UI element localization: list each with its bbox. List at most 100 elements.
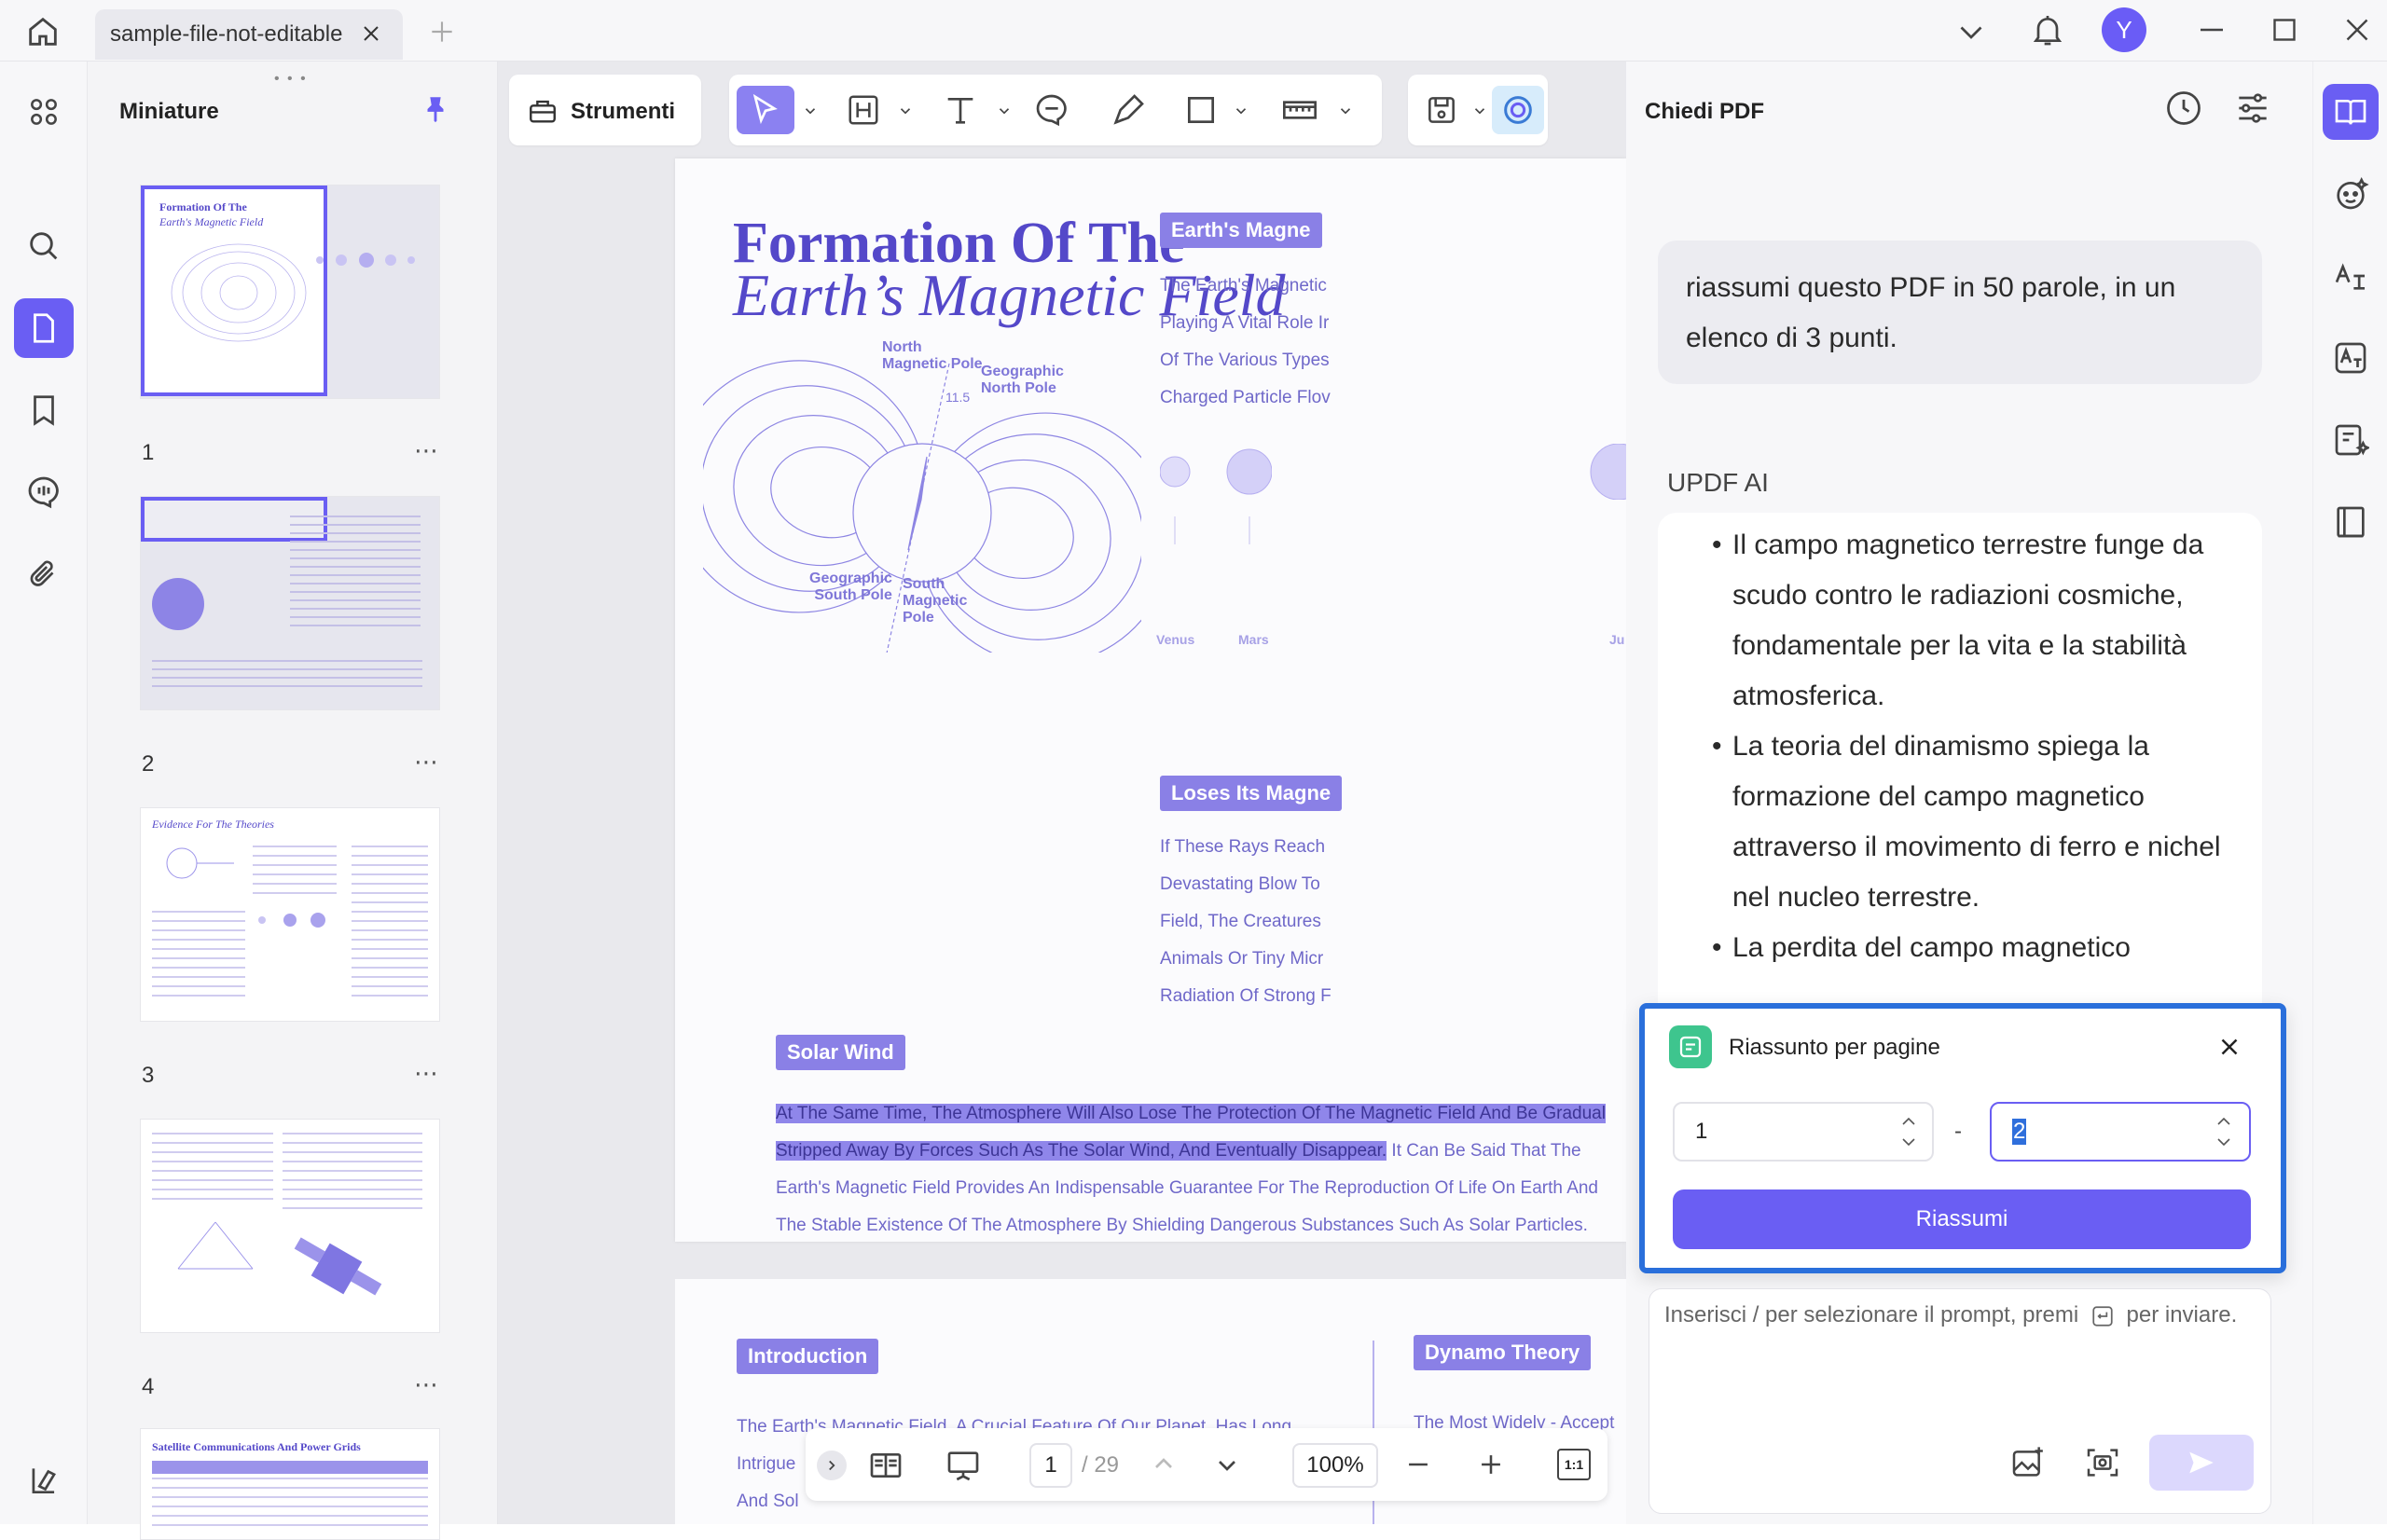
maximize-icon[interactable] <box>2268 13 2301 47</box>
user-avatar[interactable]: Y <box>2102 7 2146 52</box>
settings-sliders-icon[interactable] <box>2232 88 2273 129</box>
home-icon[interactable] <box>24 13 62 50</box>
pin-icon[interactable] <box>420 93 451 125</box>
selected-text-line[interactable]: At The Same Time, The Atmosphere Will Al… <box>776 1104 1606 1124</box>
zoom-out-icon[interactable] <box>1402 1449 1434 1480</box>
select-tool-icon[interactable] <box>737 86 794 134</box>
apps-grid-icon[interactable] <box>14 82 74 142</box>
ai-summary-icon[interactable] <box>2323 412 2379 468</box>
summarize-button[interactable]: Riassumi <box>1673 1189 2251 1249</box>
sidebar-toggle-icon[interactable] <box>14 1451 74 1510</box>
thumbnail-page-2[interactable] <box>140 496 440 710</box>
page-navigation-bar: 1 / 29 100% 1:1 <box>806 1428 1607 1501</box>
body-line: Field, The Creatures <box>1160 912 1321 931</box>
body-line: Playing A Vital Role Ir <box>1160 313 1330 333</box>
page-total: / 29 <box>1082 1452 1120 1478</box>
left-rail <box>0 62 88 1524</box>
enter-key-icon <box>2092 1306 2113 1327</box>
answer-bullet: • Il campo magnetico terrestre funge da s… <box>1712 529 2204 711</box>
selected-text-line[interactable]: Stripped Away By Forces Such As The Sola… <box>776 1141 1581 1162</box>
actual-size-icon[interactable]: 1:1 <box>1557 1449 1591 1480</box>
close-dialog-icon[interactable] <box>2215 1033 2243 1061</box>
rectangle-tool-icon[interactable] <box>1177 86 1225 134</box>
zoom-level[interactable]: 100% <box>1292 1443 1378 1488</box>
image-upload-icon[interactable] <box>2009 1444 2047 1481</box>
thumbnail-number: 1 <box>142 440 155 465</box>
close-window-icon[interactable] <box>2340 13 2374 47</box>
comments-icon[interactable] <box>14 462 74 522</box>
to-page-input[interactable]: 2 <box>1990 1102 2251 1162</box>
body-line: Radiation Of Strong F <box>1160 986 1331 1006</box>
search-icon[interactable] <box>14 216 74 276</box>
chat-input[interactable]: Inserisci / per selezionare il prompt, p… <box>1649 1288 2271 1514</box>
ocr-translate-icon[interactable] <box>2323 330 2379 386</box>
thumbnail-more-icon[interactable]: ⋯ <box>414 436 439 465</box>
expand-icon[interactable] <box>817 1451 847 1480</box>
main-toolbar: Strumenti <box>498 62 1626 164</box>
chevron-down-icon[interactable] <box>1471 103 1488 119</box>
screenshot-icon[interactable] <box>2084 1444 2121 1481</box>
new-tab-icon[interactable] <box>427 17 457 47</box>
attachment-icon[interactable] <box>14 544 74 604</box>
user-prompt-bubble: riassumi questo PDF in 50 parole, in un … <box>1658 241 2262 384</box>
stepper-icon[interactable] <box>2214 1113 2234 1150</box>
bookmark-icon[interactable] <box>14 380 74 440</box>
chevron-down-icon[interactable] <box>1233 103 1249 119</box>
thumbnail-header: Miniature <box>119 99 219 124</box>
presentation-icon[interactable] <box>944 1447 983 1484</box>
body-line: Intrigue <box>737 1454 796 1474</box>
strumenti-label: Strumenti <box>571 99 676 124</box>
reader-icon[interactable] <box>2323 494 2379 550</box>
stepper-icon[interactable] <box>1898 1113 1919 1150</box>
body-line: Devastating Blow To <box>1160 874 1320 894</box>
thumbnail-page-3[interactable]: Evidence For The Theories <box>140 807 440 1022</box>
previous-page-icon[interactable] <box>1149 1449 1179 1478</box>
history-icon[interactable] <box>2163 88 2204 129</box>
page-number-input[interactable]: 1 <box>1029 1443 1072 1488</box>
strumenti-button[interactable]: Strumenti <box>509 75 701 145</box>
section-tag: Loses Its Magne <box>1160 776 1343 811</box>
input-placeholder: Inserisci / per selezionare il prompt, p… <box>1664 1302 2238 1327</box>
document-tab[interactable]: sample-file-not-editable <box>95 9 403 60</box>
ai-answer: • Il campo magnetico terrestre funge da s… <box>1658 513 2262 1072</box>
from-page-input[interactable]: 1 <box>1673 1102 1934 1162</box>
next-page-icon[interactable] <box>1212 1451 1242 1480</box>
summarize-by-pages-dialog: Riassunto per pagine 1 - 2 Riassumi <box>1639 1003 2286 1273</box>
ai-chat-icon[interactable] <box>2323 84 2379 140</box>
drag-handle[interactable]: • • • <box>274 71 308 88</box>
thumbnail-more-icon[interactable]: ⋯ <box>414 748 439 777</box>
to-page-value: 2 <box>2012 1119 2027 1145</box>
text-tool-icon[interactable] <box>936 86 985 134</box>
thumbnail-more-icon[interactable]: ⋯ <box>414 1059 439 1088</box>
tab-title: sample-file-not-editable <box>110 21 343 47</box>
measure-tool-icon[interactable] <box>1276 86 1324 134</box>
chevron-down-icon[interactable] <box>802 103 819 119</box>
ai-bot-icon[interactable] <box>2323 166 2379 222</box>
section-tag: Earth's Magne <box>1160 213 1322 248</box>
page-layout-icon[interactable] <box>867 1447 904 1484</box>
comment-tool-icon[interactable] <box>1028 86 1076 134</box>
close-tab-icon[interactable] <box>360 22 382 45</box>
chevron-down-icon[interactable] <box>1954 15 1988 48</box>
thumbnails-icon[interactable] <box>14 298 74 358</box>
pen-tool-icon[interactable] <box>1104 86 1152 134</box>
thumbnail-page-1[interactable]: Formation Of The Earth's Magnetic Field <box>140 185 440 399</box>
bell-icon[interactable] <box>2029 11 2066 48</box>
save-icon[interactable] <box>1417 86 1466 134</box>
thumbnail-more-icon[interactable]: ⋯ <box>414 1370 439 1399</box>
chevron-down-icon[interactable] <box>996 103 1013 119</box>
chevron-down-icon[interactable] <box>1337 103 1354 119</box>
thumbnail-page-4[interactable] <box>140 1119 440 1333</box>
ai-assistant-icon[interactable] <box>1492 86 1544 134</box>
zoom-in-icon[interactable] <box>1475 1449 1507 1480</box>
body-line: If These Rays Reach <box>1160 837 1326 857</box>
planet-label: Venus <box>1156 632 1195 647</box>
minimize-icon[interactable] <box>2195 13 2228 47</box>
thumb-title: Satellite Communications And Power Grids <box>152 1440 361 1453</box>
translate-icon[interactable] <box>2323 248 2379 304</box>
thumbnail-page-5[interactable]: Satellite Communications And Power Grids <box>140 1428 440 1540</box>
chevron-down-icon[interactable] <box>897 103 914 119</box>
send-button[interactable] <box>2149 1435 2254 1491</box>
heading-tool-icon[interactable] <box>839 86 888 134</box>
body-line: The Stable Existence Of The Atmosphere B… <box>776 1216 1588 1235</box>
